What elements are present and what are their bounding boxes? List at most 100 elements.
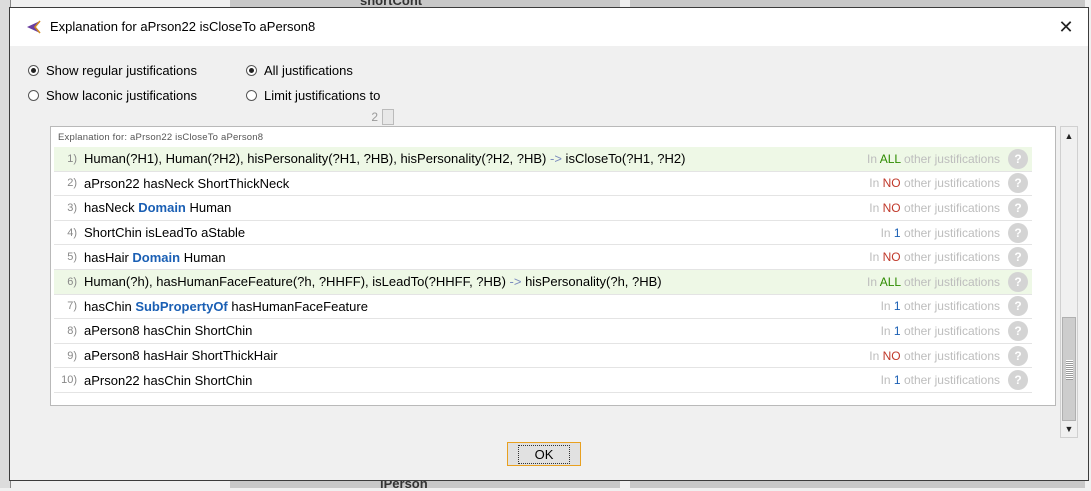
implies-arrow: -> bbox=[509, 274, 522, 290]
scroll-up-icon[interactable]: ▲ bbox=[1061, 127, 1077, 144]
justification-row[interactable]: 9) aPerson8 hasHair ShortThickHair In NO o… bbox=[54, 344, 1032, 369]
justification-prefix: In bbox=[867, 151, 880, 166]
justification-count: In NO other justifications bbox=[869, 250, 1000, 264]
axiom-fragment: Human bbox=[180, 249, 226, 265]
justification-count: In ALL other justifications bbox=[867, 275, 1000, 289]
help-icon[interactable]: ? bbox=[1008, 247, 1028, 268]
axiom-text: aPrson22 hasNeck ShortThickNeck bbox=[84, 176, 869, 191]
justification-prefix: In bbox=[869, 348, 883, 363]
justification-suffix: other justifications bbox=[900, 323, 1000, 338]
axiom-fragment: aPerson8 hasHair ShortThickHair bbox=[84, 348, 278, 364]
justification-suffix: other justifications bbox=[900, 176, 1000, 191]
axiom-text: aPrson22 hasChin ShortChin bbox=[84, 373, 881, 388]
axiom-text: aPerson8 hasHair ShortThickHair bbox=[84, 348, 869, 363]
background-strip-bottom-right bbox=[630, 480, 1085, 488]
row-number: 8) bbox=[67, 324, 77, 337]
axiom-fragment: Human bbox=[185, 200, 232, 216]
justification-prefix: In bbox=[880, 323, 894, 338]
justification-count-value: 1 bbox=[893, 373, 901, 388]
radio-show-laconic[interactable]: Show laconic justifications bbox=[28, 88, 197, 103]
justification-count-value: 1 bbox=[893, 299, 901, 314]
justification-row[interactable]: 3) hasNeck Domain Human In NO other justif… bbox=[54, 196, 1032, 221]
justification-prefix: In bbox=[869, 200, 883, 215]
justification-count-value: NO bbox=[882, 176, 901, 191]
justification-list: 1) Human(?H1), Human(?H2), hisPersonality… bbox=[54, 147, 1032, 393]
justification-suffix: other justifications bbox=[900, 373, 1000, 388]
justification-count: In 1 other justifications bbox=[881, 373, 1000, 387]
justification-row[interactable]: 2) aPrson22 hasNeck ShortThickNeck In NO o… bbox=[54, 172, 1032, 197]
radio-label-limit: Limit justifications to bbox=[264, 88, 381, 103]
radio-selected-icon bbox=[246, 65, 257, 76]
justification-row[interactable]: 5) hasHair Domain Human In NO other justif… bbox=[54, 245, 1032, 270]
justification-count: In 1 other justifications bbox=[881, 299, 1000, 313]
radio-all-justifications[interactable]: All justifications bbox=[246, 63, 353, 78]
help-icon[interactable]: ? bbox=[1008, 148, 1028, 169]
justification-suffix: other justifications bbox=[900, 299, 1000, 314]
help-icon[interactable]: ? bbox=[1008, 345, 1028, 366]
axiom-text: hasNeck Domain Human bbox=[84, 200, 869, 215]
axiom-fragment: Human(?H1), Human(?H2), hisPersonality(?… bbox=[84, 151, 551, 167]
justification-row[interactable]: 10) aPrson22 hasChin ShortChin In 1 other … bbox=[54, 368, 1032, 393]
radio-show-regular[interactable]: Show regular justifications bbox=[28, 63, 197, 78]
justification-count: In NO other justifications bbox=[869, 176, 1000, 190]
radio-limit-justifications[interactable]: Limit justifications to bbox=[246, 88, 380, 103]
justification-prefix: In bbox=[880, 299, 894, 314]
justification-row[interactable]: 4) ShortChin isLeadTo aStable In 1 other j… bbox=[54, 221, 1032, 246]
radio-label-all: All justifications bbox=[264, 63, 353, 78]
axiom-fragment: ShortChin isLeadTo aStable bbox=[84, 225, 246, 241]
spinner-arrows-icon[interactable] bbox=[382, 109, 394, 125]
limit-value: 2 bbox=[371, 110, 378, 124]
limit-spinner[interactable]: 2 bbox=[294, 108, 394, 126]
explanation-header: Explanation for: aPrson22 isCloseTo aPer… bbox=[58, 132, 264, 143]
help-icon[interactable]: ? bbox=[1008, 271, 1028, 292]
justification-row[interactable]: 6) Human(?h), hasHumanFaceFeature(?h, ?HH… bbox=[54, 269, 1032, 295]
ok-button[interactable]: OK bbox=[507, 442, 581, 466]
axiom-keyword: SubPropertyOf bbox=[135, 298, 228, 314]
justification-prefix: In bbox=[869, 176, 883, 191]
justification-row[interactable]: 7) hasChin SubPropertyOf hasHumanFaceFeat… bbox=[54, 295, 1032, 320]
justification-count: In NO other justifications bbox=[869, 349, 1000, 363]
close-button[interactable]: ✕ bbox=[1044, 8, 1088, 46]
justification-row[interactable]: 1) Human(?H1), Human(?H2), hisPersonality… bbox=[54, 147, 1032, 172]
axiom-fragment: aPrson22 hasChin ShortChin bbox=[84, 372, 253, 388]
implies-arrow: -> bbox=[550, 151, 562, 167]
radio-selected-icon bbox=[28, 65, 39, 76]
ok-button-label: OK bbox=[517, 444, 571, 464]
vertical-scrollbar[interactable]: ▲ ▼ bbox=[1060, 126, 1078, 438]
justification-suffix: other justifications bbox=[900, 274, 1000, 289]
axiom-fragment: hasNeck bbox=[84, 200, 139, 216]
axiom-fragment: aPerson8 hasChin ShortChin bbox=[84, 323, 253, 339]
radio-label-laconic: Show laconic justifications bbox=[46, 88, 198, 103]
justification-row[interactable]: 8) aPerson8 hasChin ShortChin In 1 other j… bbox=[54, 319, 1032, 344]
justification-count: In NO other justifications bbox=[869, 201, 1000, 215]
justification-count: In 1 other justifications bbox=[881, 226, 1000, 240]
scroll-down-icon[interactable]: ▼ bbox=[1061, 420, 1077, 437]
help-icon[interactable]: ? bbox=[1008, 173, 1028, 194]
dialog-title: Explanation for aPrson22 isCloseTo aPers… bbox=[50, 19, 316, 34]
row-number: 5) bbox=[67, 251, 77, 264]
axiom-text: aPerson8 hasChin ShortChin bbox=[84, 323, 881, 338]
axiom-fragment: hisPersonality(?h, ?HB) bbox=[521, 274, 662, 290]
axiom-fragment: Human(?h), hasHumanFaceFeature(?h, ?HHFF… bbox=[84, 274, 510, 290]
help-icon[interactable]: ? bbox=[1008, 222, 1028, 243]
justification-suffix: other justifications bbox=[900, 151, 1000, 166]
help-icon[interactable]: ? bbox=[1008, 320, 1028, 341]
radio-unselected-icon bbox=[246, 90, 257, 101]
help-icon[interactable]: ? bbox=[1008, 197, 1028, 218]
help-icon[interactable]: ? bbox=[1008, 296, 1028, 317]
row-number: 6) bbox=[67, 275, 77, 288]
justification-count-value: 1 bbox=[893, 323, 901, 338]
justification-suffix: other justifications bbox=[900, 225, 1000, 240]
justification-count-value: ALL bbox=[879, 151, 901, 166]
explanation-dialog: Explanation for aPrson22 isCloseTo aPers… bbox=[9, 7, 1089, 481]
axiom-fragment: hasHair bbox=[84, 249, 133, 265]
axiom-fragment: hasChin bbox=[84, 298, 136, 314]
axiom-keyword: Domain bbox=[138, 200, 186, 216]
justification-count-value: NO bbox=[882, 348, 901, 363]
help-icon[interactable]: ? bbox=[1008, 370, 1028, 391]
justification-count-value: ALL bbox=[879, 274, 901, 289]
protege-icon bbox=[27, 20, 41, 34]
row-number: 4) bbox=[67, 226, 77, 239]
axiom-text: ShortChin isLeadTo aStable bbox=[84, 225, 881, 240]
scroll-thumb[interactable] bbox=[1062, 317, 1076, 421]
